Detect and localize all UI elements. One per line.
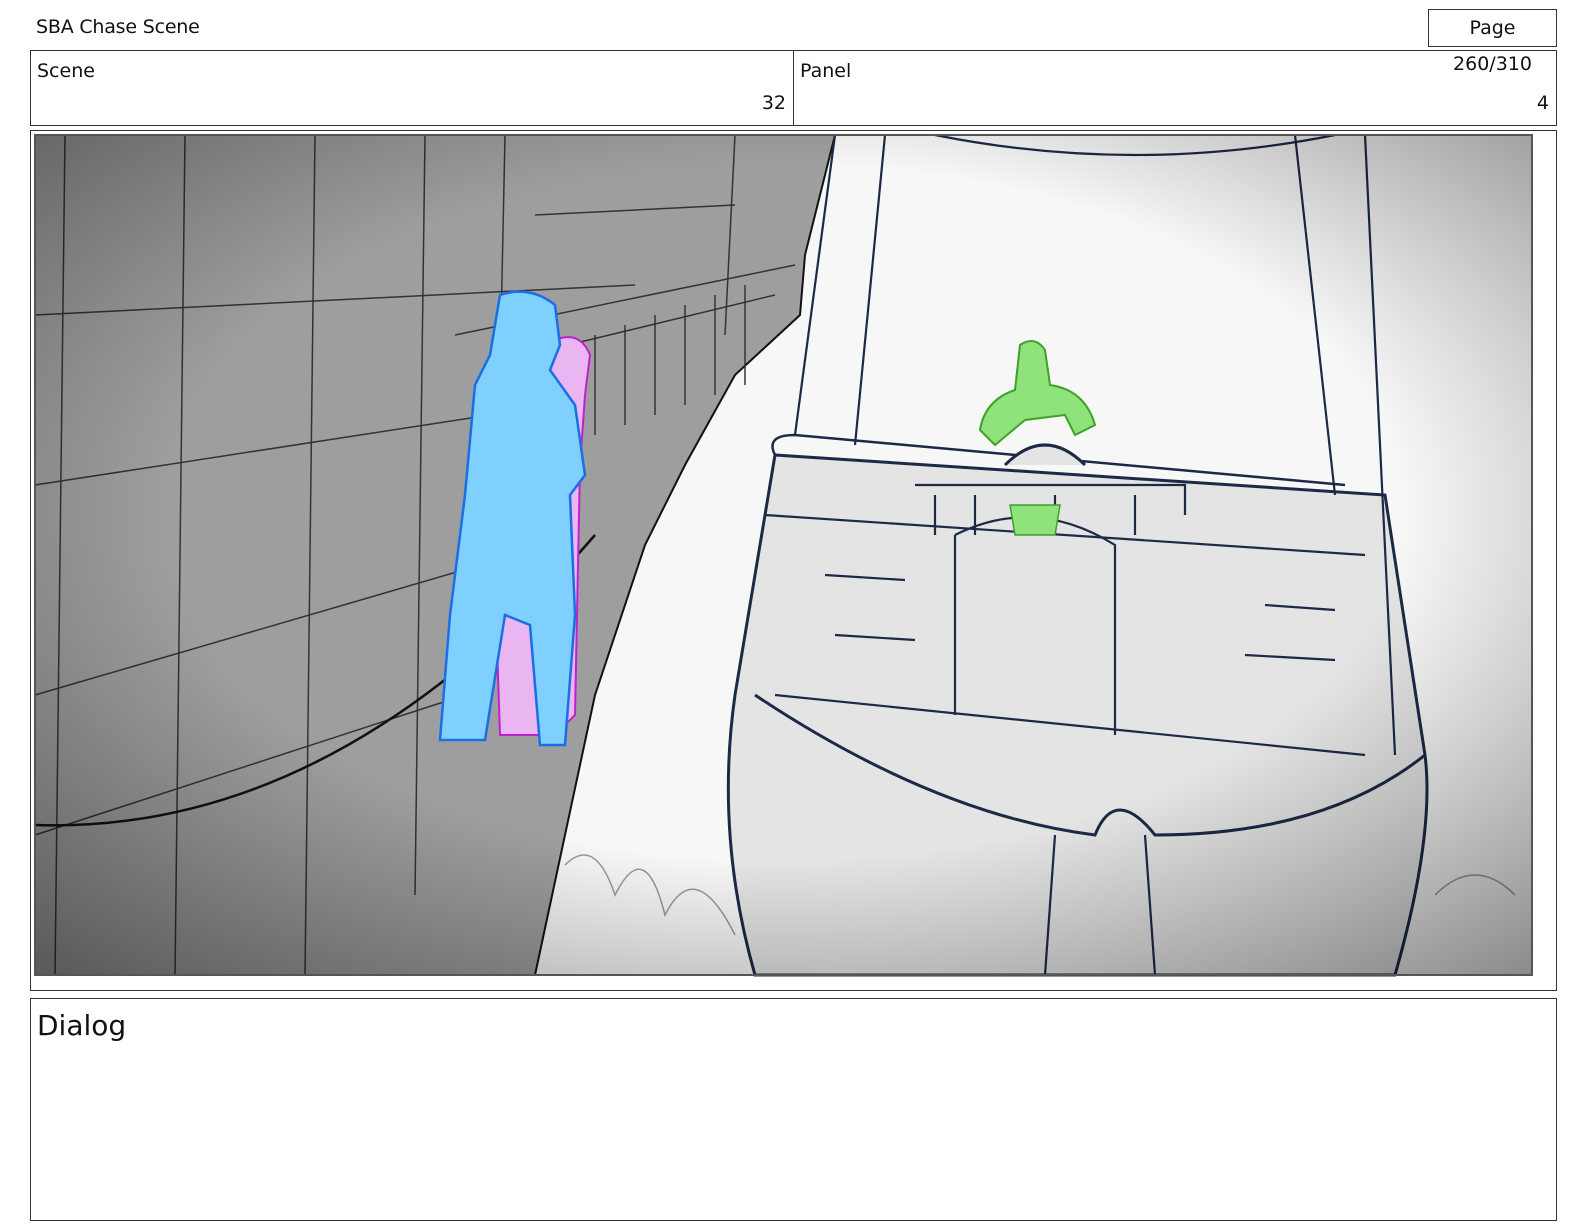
scene-number: 32	[761, 92, 786, 114]
panel-cell: Panel 4	[793, 51, 1556, 125]
dialog-box: Dialog	[30, 998, 1557, 1221]
panel-number: 4	[1536, 92, 1549, 114]
project-title: SBA Chase Scene	[36, 16, 200, 38]
page-indicator: Page 260/310	[1428, 9, 1557, 75]
panel-label: Panel	[800, 60, 852, 82]
dialog-label: Dialog	[37, 1009, 127, 1042]
storyboard-panel	[30, 130, 1557, 991]
dialog-text[interactable]	[37, 1055, 1550, 1214]
info-row: Scene 32 Panel 4	[30, 50, 1557, 126]
panel-drawing	[34, 133, 1533, 977]
scene-label: Scene	[37, 60, 95, 82]
panel-inner	[34, 133, 1532, 977]
scene-cell: Scene 32	[31, 51, 793, 125]
